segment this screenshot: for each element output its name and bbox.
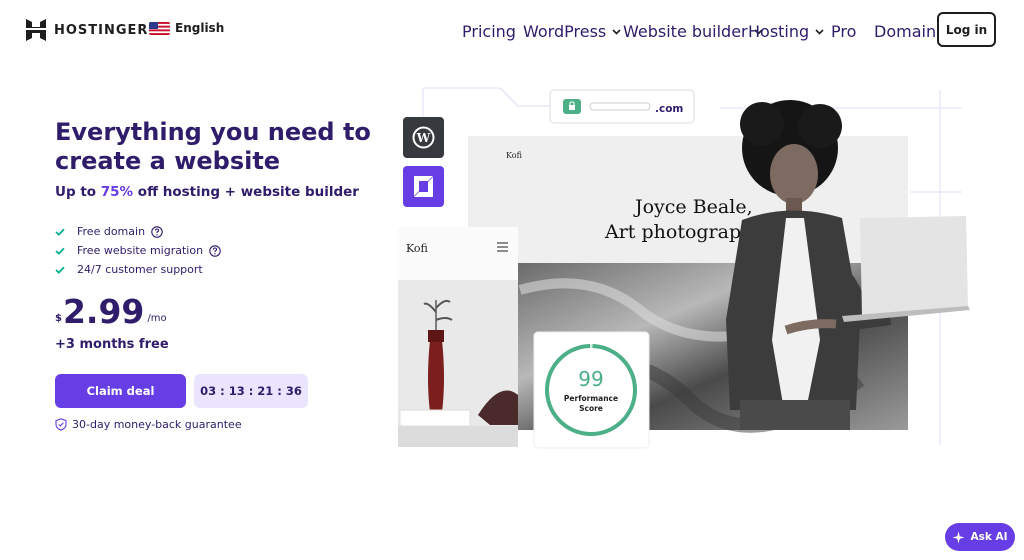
bonus-offer: +3 months free (55, 337, 169, 352)
desktop-headline-line1: Joyce Beale, (633, 196, 753, 218)
nav-website-builder-label: Website builder (623, 22, 748, 41)
chevron-down-icon (612, 28, 621, 35)
nav-domains-label: Domains (874, 22, 945, 41)
help-icon[interactable] (209, 244, 221, 257)
nav-wordpress[interactable]: WordPress (523, 22, 621, 41)
brand-name: HOSTINGER (54, 22, 149, 38)
desktop-headline-line2: Art photograph (604, 221, 753, 243)
hostinger-logo-icon (26, 19, 46, 41)
hostinger-logo[interactable]: HOSTINGER (26, 19, 148, 41)
nav-domains[interactable]: Domains (874, 22, 944, 41)
check-icon (55, 228, 65, 236)
shield-check-icon (55, 418, 67, 431)
svg-text:W: W (416, 131, 431, 145)
language-selector[interactable]: English (149, 21, 224, 35)
feature-label: Free website migration (77, 244, 204, 257)
performance-score-card: 99 Performance Score (533, 331, 650, 449)
sparkle-icon (952, 531, 965, 543)
check-icon (55, 266, 65, 274)
nav-hosting-label: Hosting (748, 22, 810, 41)
language-label: English (175, 21, 225, 35)
url-domain-suffix: .com (655, 103, 683, 115)
wordpress-icon: W (403, 117, 444, 158)
nav-hosting[interactable]: Hosting (748, 22, 824, 41)
nav-pricing[interactable]: Pricing (462, 22, 516, 41)
desktop-site-name: Kofi (506, 151, 523, 160)
feature-label: 24/7 customer support (77, 263, 203, 276)
help-icon[interactable] (151, 225, 163, 238)
claim-deal-button[interactable]: Claim deal (55, 374, 186, 408)
feature-item: Free domain (55, 222, 221, 241)
nav-pricing-label: Pricing (462, 22, 516, 41)
countdown-timer: 03 : 13 : 21 : 36 (194, 374, 308, 408)
price-amount: 2.99 (62, 292, 145, 331)
money-back-guarantee: 30-day money-back guarantee (55, 418, 242, 431)
nav-wordpress-label: WordPress (523, 22, 607, 41)
subtitle-prefix: Up to (55, 184, 101, 200)
ask-ai-button[interactable]: Ask AI (945, 523, 1015, 551)
feature-item: 24/7 customer support (55, 260, 221, 279)
nav-pro-label: Pro (831, 22, 857, 41)
check-icon (55, 247, 65, 255)
login-button[interactable]: Log in (937, 12, 996, 47)
hero-illustration: .com W Kofi Joyce Beale, Art photograph … (390, 80, 980, 460)
nav-website-builder[interactable]: Website builder (623, 22, 763, 41)
us-flag-icon (149, 21, 170, 35)
url-bar: .com (549, 89, 695, 124)
guarantee-label: 30-day money-back guarantee (72, 418, 242, 431)
hero-title: Everything you need to create a website (55, 118, 371, 175)
mobile-site-preview: Kofi (398, 227, 518, 447)
feature-list: Free domain Free website migration 24/7 … (55, 222, 221, 279)
feature-item: Free website migration (55, 241, 221, 260)
ask-ai-label: Ask AI (970, 531, 1008, 543)
performance-score-label-1: Performance (564, 394, 618, 403)
performance-score-value: 99 (578, 367, 603, 391)
subtitle-suffix: off hosting + website builder (133, 184, 359, 200)
illustration-canvas: .com W Kofi Joyce Beale, Art photograph … (398, 87, 970, 449)
mobile-site-name: Kofi (406, 242, 429, 255)
price: $ 2.99 /mo (55, 293, 167, 331)
top-nav-bar: HOSTINGER English Pricing WordPress Webs… (0, 0, 1024, 60)
performance-score-label-2: Score (579, 404, 603, 413)
feature-label: Free domain (77, 225, 146, 238)
nav-pro[interactable]: Pro (831, 22, 856, 41)
price-period: /mo (147, 313, 167, 324)
price-currency: $ (55, 313, 62, 324)
discount-percent: 75% (100, 184, 134, 200)
chevron-down-icon (815, 28, 824, 35)
website-builder-icon (403, 166, 444, 207)
hero-subtitle: Up to 75% off hosting + website builder (55, 184, 359, 200)
